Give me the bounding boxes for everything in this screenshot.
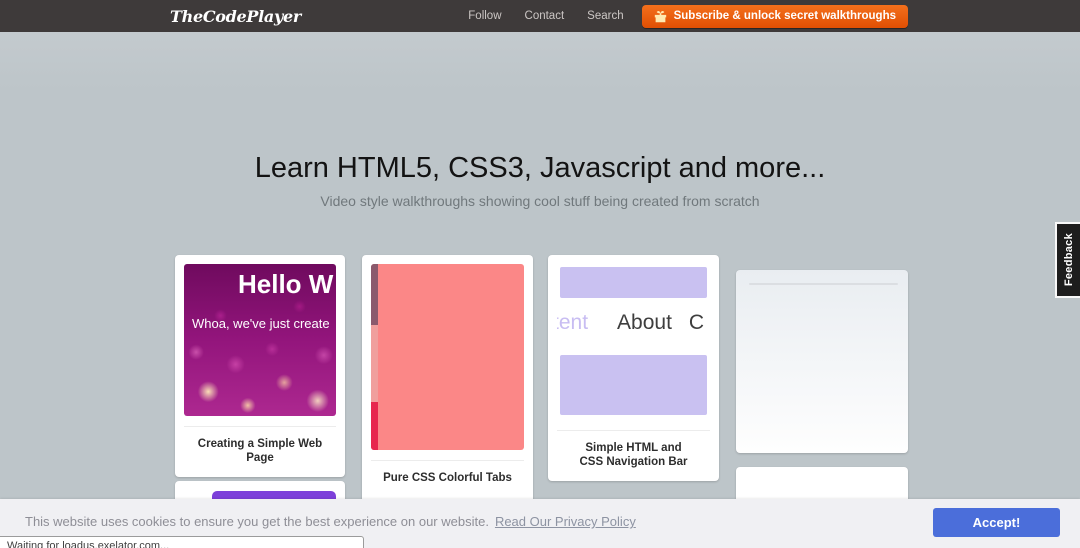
card-thumbnail-bokeh: Hello W Whoa, we've just create <box>184 264 336 416</box>
accept-cookies-button[interactable]: Accept! <box>933 508 1060 537</box>
nav-demo-item-faded: tent <box>557 311 589 334</box>
cookie-message: This website uses cookies to ensure you … <box>25 514 636 529</box>
subscribe-button[interactable]: Subscribe & unlock secret walkthroughs <box>641 4 908 28</box>
thumbnail-line <box>749 283 898 285</box>
site-logo[interactable]: TheCodePlayer <box>170 7 301 26</box>
nav-link-contact[interactable]: Contact <box>525 10 565 22</box>
page-subtitle: Video style walkthroughs showing cool st… <box>320 193 760 209</box>
lavender-bar-top <box>560 267 707 298</box>
nav-link-follow[interactable]: Follow <box>468 10 501 22</box>
walkthrough-card-navigation-bar[interactable]: tent About C Simple HTML and CSS Navigatio… <box>548 255 719 481</box>
card-thumbnail-navbar: tent About C <box>557 264 710 424</box>
page: TheCodePlayer Follow Contact Search Subs… <box>0 0 1080 548</box>
nav-demo-item-about: About <box>617 311 672 334</box>
card-title: Creating a Simple Web Page <box>184 426 336 477</box>
nav-demo-item-cut: C <box>688 311 705 334</box>
cookie-message-text: This website uses cookies to ensure you … <box>25 514 489 529</box>
lavender-bar-bottom <box>560 355 707 415</box>
card-title: Simple HTML and CSS Navigation Bar <box>557 430 710 481</box>
card-title: Pure CSS Colorful Tabs <box>371 460 524 497</box>
feedback-tab-label: Feedback <box>1062 233 1075 287</box>
walkthrough-card-simple-web-page[interactable]: Hello W Whoa, we've just create Creating… <box>175 255 345 477</box>
feedback-tab[interactable]: Feedback <box>1055 222 1080 298</box>
card-thumbnail-tabs <box>371 264 524 450</box>
thumbnail-heading: Hello W <box>238 269 334 299</box>
gift-icon <box>654 10 667 23</box>
navbar-demo-text: tent About C <box>557 311 704 335</box>
top-navbar: TheCodePlayer Follow Contact Search Subs… <box>0 0 1080 32</box>
subscribe-button-label: Subscribe & unlock secret walkthroughs <box>673 10 896 22</box>
tabs-color-strip <box>371 264 378 450</box>
thumbnail-subtext: Whoa, we've just create <box>192 316 330 331</box>
nav-links: Follow Contact Search <box>468 10 623 22</box>
browser-status-bar: Waiting for loadus.exelator.com... <box>0 536 364 548</box>
walkthrough-card-colorful-tabs[interactable]: Pure CSS Colorful Tabs <box>362 255 533 505</box>
privacy-policy-link[interactable]: Read Our Privacy Policy <box>495 514 636 529</box>
walkthrough-card-blank[interactable] <box>736 270 908 453</box>
nav-link-search[interactable]: Search <box>587 10 623 22</box>
page-title: Learn HTML5, CSS3, Javascript and more..… <box>254 152 826 184</box>
